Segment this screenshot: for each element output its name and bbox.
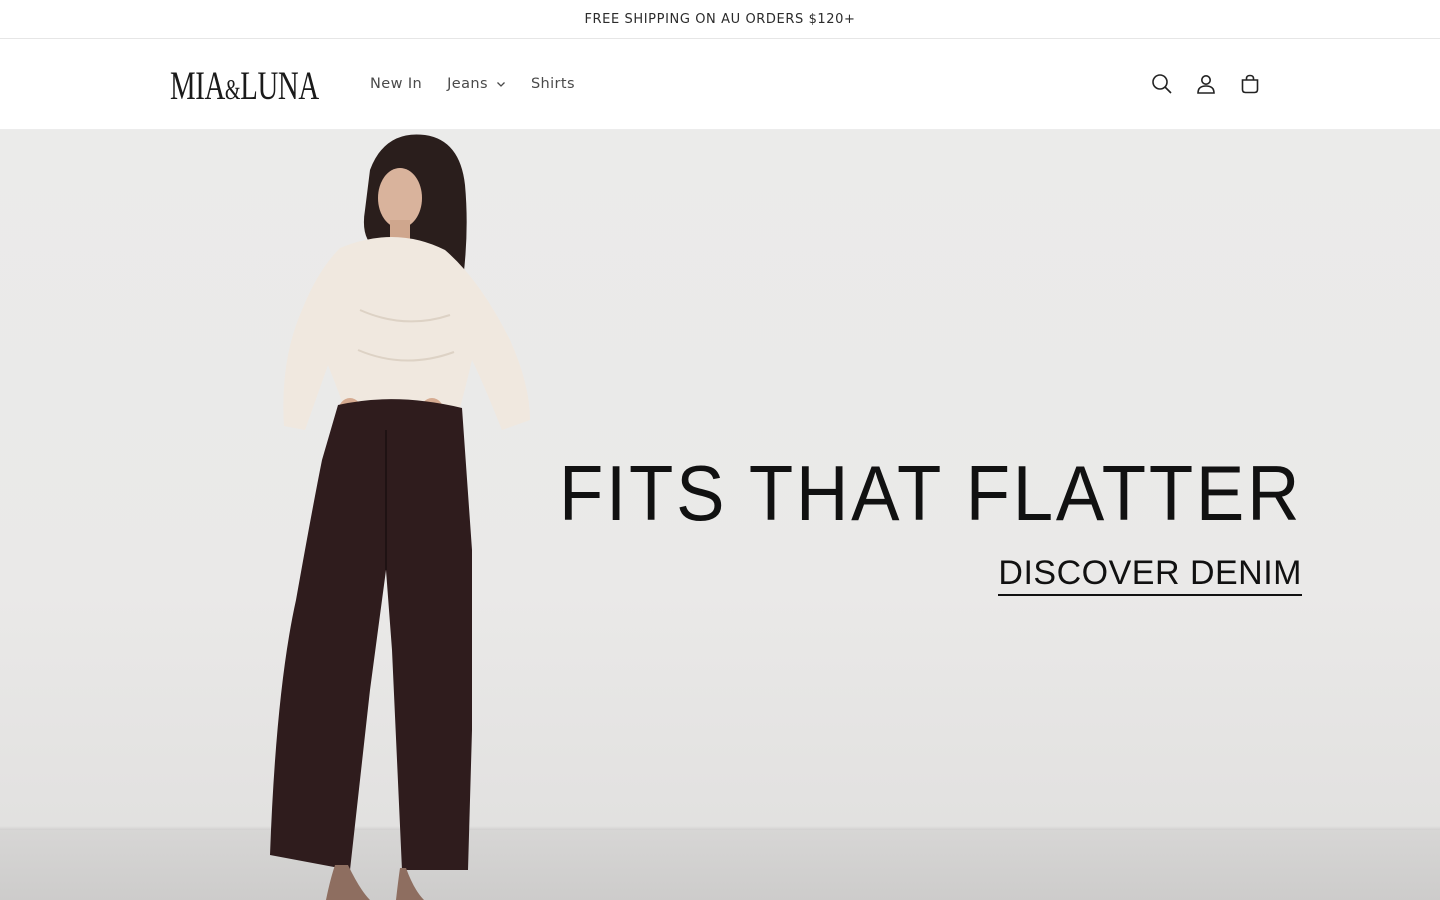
hero-banner: FITS THAT FLATTER DISCOVER DENIM: [0, 130, 1440, 900]
cart-icon[interactable]: [1238, 72, 1262, 96]
discover-denim-link[interactable]: DISCOVER DENIM: [998, 554, 1302, 596]
main-nav: New In Jeans Shirts: [370, 39, 600, 129]
chevron-down-icon: [496, 79, 506, 89]
nav-item-label: Jeans: [447, 76, 488, 92]
nav-item-label: New In: [370, 76, 423, 92]
announcement-bar: FREE SHIPPING ON AU ORDERS $120+: [0, 0, 1440, 39]
logo-ampersand: &: [224, 75, 241, 106]
nav-item-shirts[interactable]: Shirts: [531, 76, 575, 92]
search-icon[interactable]: [1150, 72, 1174, 96]
site-header: MIA&LUNA New In Jeans Shirts: [0, 39, 1440, 130]
logo-part-2: LUNA: [240, 63, 319, 108]
nav-item-label: Shirts: [530, 76, 575, 92]
hero-model-image: [270, 134, 530, 900]
logo-part-1: MIA: [170, 63, 225, 108]
nav-item-jeans[interactable]: Jeans: [447, 76, 506, 92]
announcement-text: FREE SHIPPING ON AU ORDERS $120+: [584, 11, 856, 27]
hero-headline: FITS THAT FLATTER: [558, 449, 1302, 537]
nav-item-new-in[interactable]: New In: [370, 76, 422, 92]
account-icon[interactable]: [1194, 72, 1218, 96]
header-icons: [1130, 39, 1262, 129]
logo[interactable]: MIA&LUNA: [170, 61, 319, 111]
